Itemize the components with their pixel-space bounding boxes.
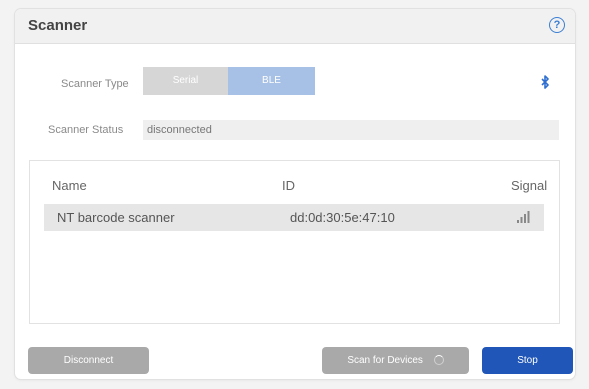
help-icon[interactable]: ? <box>549 17 565 33</box>
scanner-status-value: disconnected <box>143 120 559 140</box>
table-row[interactable]: NT barcode scanner dd:0d:30:5e:47:10 <box>44 204 544 231</box>
page-title: Scanner <box>28 17 88 34</box>
stop-button[interactable]: Stop <box>482 347 573 374</box>
scanner-type-ble[interactable]: BLE <box>228 67 315 95</box>
scanner-status-label: Scanner Status <box>48 124 124 136</box>
bluetooth-icon <box>541 75 549 89</box>
loading-spinner-icon <box>433 355 444 366</box>
scan-button-label: Scan for Devices <box>347 355 423 366</box>
scanner-type-serial[interactable]: Serial <box>143 67 228 95</box>
column-header-signal: Signal <box>511 178 548 193</box>
column-header-name: Name <box>52 178 87 193</box>
signal-strength-icon <box>517 211 530 223</box>
column-header-id: ID <box>282 178 295 193</box>
device-id: dd:0d:30:5e:47:10 <box>290 210 395 225</box>
panel-header: Scanner ? <box>15 9 575 44</box>
disconnect-button[interactable]: Disconnect <box>28 347 149 374</box>
device-list: Name ID Signal NT barcode scanner dd:0d:… <box>29 160 560 324</box>
device-name: NT barcode scanner <box>57 210 175 225</box>
scanner-panel: Scanner ? Scanner Type Serial BLE Scanne… <box>15 9 575 379</box>
stop-button-label: Stop <box>517 355 538 366</box>
scan-for-devices-button[interactable]: Scan for Devices <box>322 347 469 374</box>
disconnect-button-label: Disconnect <box>63 355 114 366</box>
scanner-type-label: Scanner Type <box>61 78 129 90</box>
